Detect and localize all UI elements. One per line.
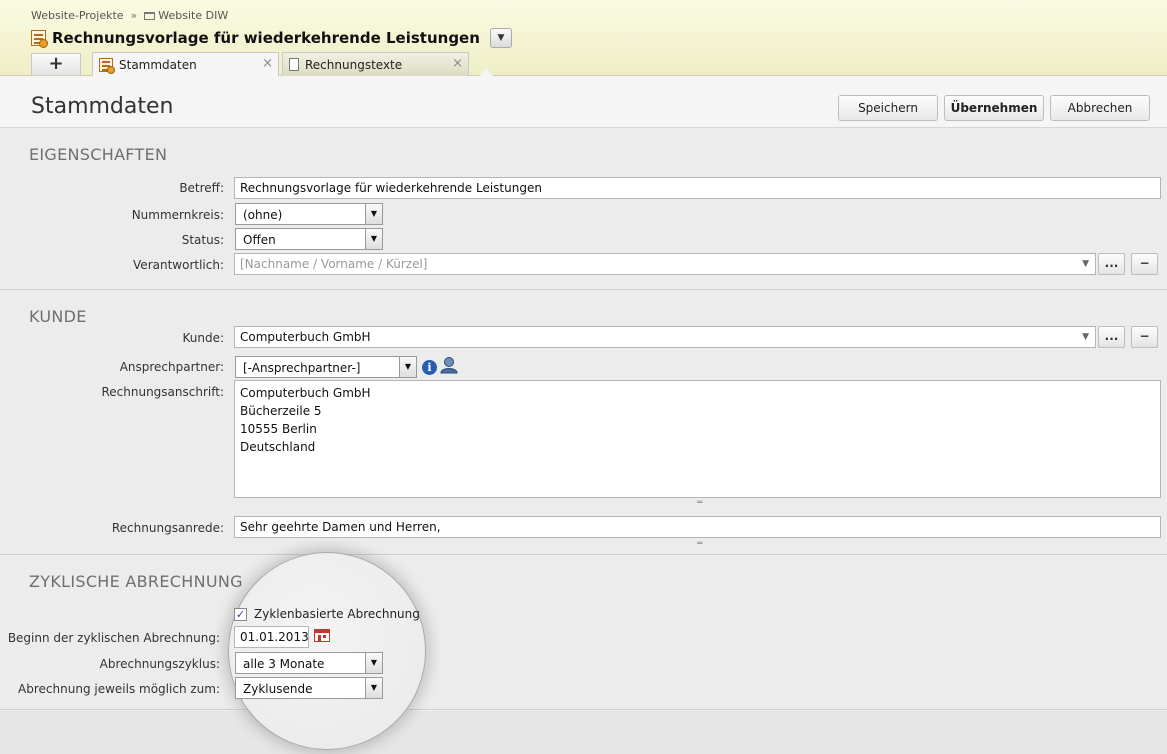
betreff-input[interactable]: Rechnungsvorlage für wiederkehrende Leis… <box>234 177 1161 199</box>
close-tab-icon[interactable]: × <box>452 56 463 71</box>
breadcrumb: Website-Projekte » Website DIW <box>31 9 228 22</box>
ansprechpartner-value: [-Ansprechpartner-] <box>243 361 361 375</box>
kunde-combo[interactable]: Computerbuch GmbH ▼ <box>234 326 1096 348</box>
breadcrumb-item-website[interactable]: Website DIW <box>158 9 228 22</box>
beginn-date-input[interactable]: 01.01.2013 <box>234 626 309 648</box>
cancel-button[interactable]: Abbrechen <box>1050 95 1150 121</box>
section-kunde: KUNDE Kunde: Computerbuch GmbH ▼ ... − A… <box>0 291 1167 555</box>
moeglich-label: Abrechnung jeweils möglich zum: <box>18 682 220 696</box>
breadcrumb-item-projects[interactable]: Website-Projekte <box>31 9 124 22</box>
tab-notch <box>479 68 493 76</box>
footer-area <box>0 711 1167 754</box>
section-title: ZYKLISCHE ABRECHNUNG <box>29 572 243 591</box>
chevron-down-icon[interactable]: ▼ <box>1082 332 1089 342</box>
tab-rechnungstexte[interactable]: Rechnungstexte × <box>282 52 469 76</box>
title-dropdown-button[interactable]: ▼ <box>489 28 512 48</box>
folder-icon <box>144 12 156 20</box>
kunde-label: Kunde: <box>182 331 224 345</box>
moeglich-value: Zyklusende <box>243 682 313 696</box>
address-line: Computerbuch GmbH <box>240 386 371 400</box>
beginn-label: Beginn der zyklischen Abrechnung: <box>7 631 220 645</box>
zyklus-value: alle 3 Monate <box>243 657 325 671</box>
verantwortlich-remove-button[interactable]: − <box>1131 253 1158 275</box>
calendar-icon[interactable] <box>314 629 330 642</box>
tab-label: Stammdaten <box>119 58 197 72</box>
resize-grip-icon[interactable]: ═ <box>697 498 703 508</box>
toolbar: Stammdaten Speichern Übernehmen Abbreche… <box>0 76 1167 128</box>
rechnungsanschrift-textarea[interactable]: Computerbuch GmbH Bücherzeile 5 10555 Be… <box>234 380 1161 498</box>
zyklen-checkbox-label[interactable]: Zyklenbasierte Abrechnung <box>254 607 420 621</box>
breadcrumb-separator: » <box>130 9 138 22</box>
chevron-down-icon: ▼ <box>399 357 416 377</box>
verantwortlich-placeholder: [Nachname / Vorname / Kürzel] <box>240 257 428 271</box>
zyklus-select[interactable]: alle 3 Monate ▼ <box>235 652 383 674</box>
nummernkreis-select[interactable]: (ohne) ▼ <box>235 203 383 225</box>
status-label: Status: <box>181 233 224 247</box>
kunde-value: Computerbuch GmbH <box>240 330 371 344</box>
status-select[interactable]: Offen ▼ <box>235 228 383 250</box>
info-icon[interactable]: i <box>422 360 437 375</box>
section-eigenschaften: EIGENSCHAFTEN Betreff: Rechnungsvorlage … <box>0 129 1167 290</box>
title-row: Rechnungsvorlage für wiederkehrende Leis… <box>31 27 512 49</box>
nummernkreis-value: (ohne) <box>243 208 283 222</box>
rechnungsanrede-label: Rechnungsanrede: <box>111 521 224 535</box>
verantwortlich-combo[interactable]: [Nachname / Vorname / Kürzel] ▼ <box>234 253 1096 275</box>
nummernkreis-label: Nummernkreis: <box>131 208 224 222</box>
chevron-down-icon: ▼ <box>365 678 382 698</box>
chevron-down-icon: ▼ <box>365 653 382 673</box>
magnifier-highlight <box>228 552 426 750</box>
kunde-remove-button[interactable]: − <box>1131 326 1158 348</box>
resize-grip-icon[interactable]: ═ <box>697 539 703 549</box>
address-line: 10555 Berlin <box>240 422 317 436</box>
address-line: Bücherzeile 5 <box>240 404 322 418</box>
invoice-template-icon <box>99 58 115 74</box>
ansprechpartner-select[interactable]: [-Ansprechpartner-] ▼ <box>235 356 417 378</box>
ansprechpartner-label: Ansprechpartner: <box>119 360 224 374</box>
verantwortlich-label: Verantwortlich: <box>133 258 224 272</box>
betreff-label: Betreff: <box>179 181 224 195</box>
header: Website-Projekte » Website DIW Rechnungsvo… <box>0 0 1167 77</box>
contact-person-icon[interactable] <box>440 356 458 374</box>
section-title: KUNDE <box>29 307 87 326</box>
address-line: Deutschland <box>240 440 316 454</box>
verantwortlich-more-button[interactable]: ... <box>1098 253 1125 275</box>
section-title: EIGENSCHAFTEN <box>29 145 168 164</box>
tab-stammdaten[interactable]: Stammdaten × <box>92 52 279 77</box>
moeglich-select[interactable]: Zyklusende ▼ <box>235 677 383 699</box>
apply-button[interactable]: Übernehmen <box>944 95 1044 121</box>
chevron-down-icon: ▼ <box>365 229 382 249</box>
chevron-down-icon[interactable]: ▼ <box>1082 259 1089 269</box>
zyklen-checkbox[interactable]: ✓ <box>234 608 247 621</box>
page-title: Rechnungsvorlage für wiederkehrende Leis… <box>52 29 480 47</box>
rechnungsanschrift-label: Rechnungsanschrift: <box>101 385 224 399</box>
save-button[interactable]: Speichern <box>838 95 938 121</box>
chevron-down-icon: ▼ <box>365 204 382 224</box>
document-icon <box>289 58 299 71</box>
status-value: Offen <box>243 233 276 247</box>
form-heading: Stammdaten <box>31 94 174 119</box>
zyklus-label: Abrechnungszyklus: <box>99 657 220 671</box>
tab-label: Rechnungstexte <box>305 57 403 72</box>
invoice-template-icon <box>31 30 48 48</box>
rechnungsanrede-input[interactable]: Sehr geehrte Damen und Herren, <box>234 516 1161 538</box>
add-tab-button[interactable]: + <box>31 53 81 75</box>
kunde-more-button[interactable]: ... <box>1098 326 1125 348</box>
close-tab-icon[interactable]: × <box>262 56 273 71</box>
